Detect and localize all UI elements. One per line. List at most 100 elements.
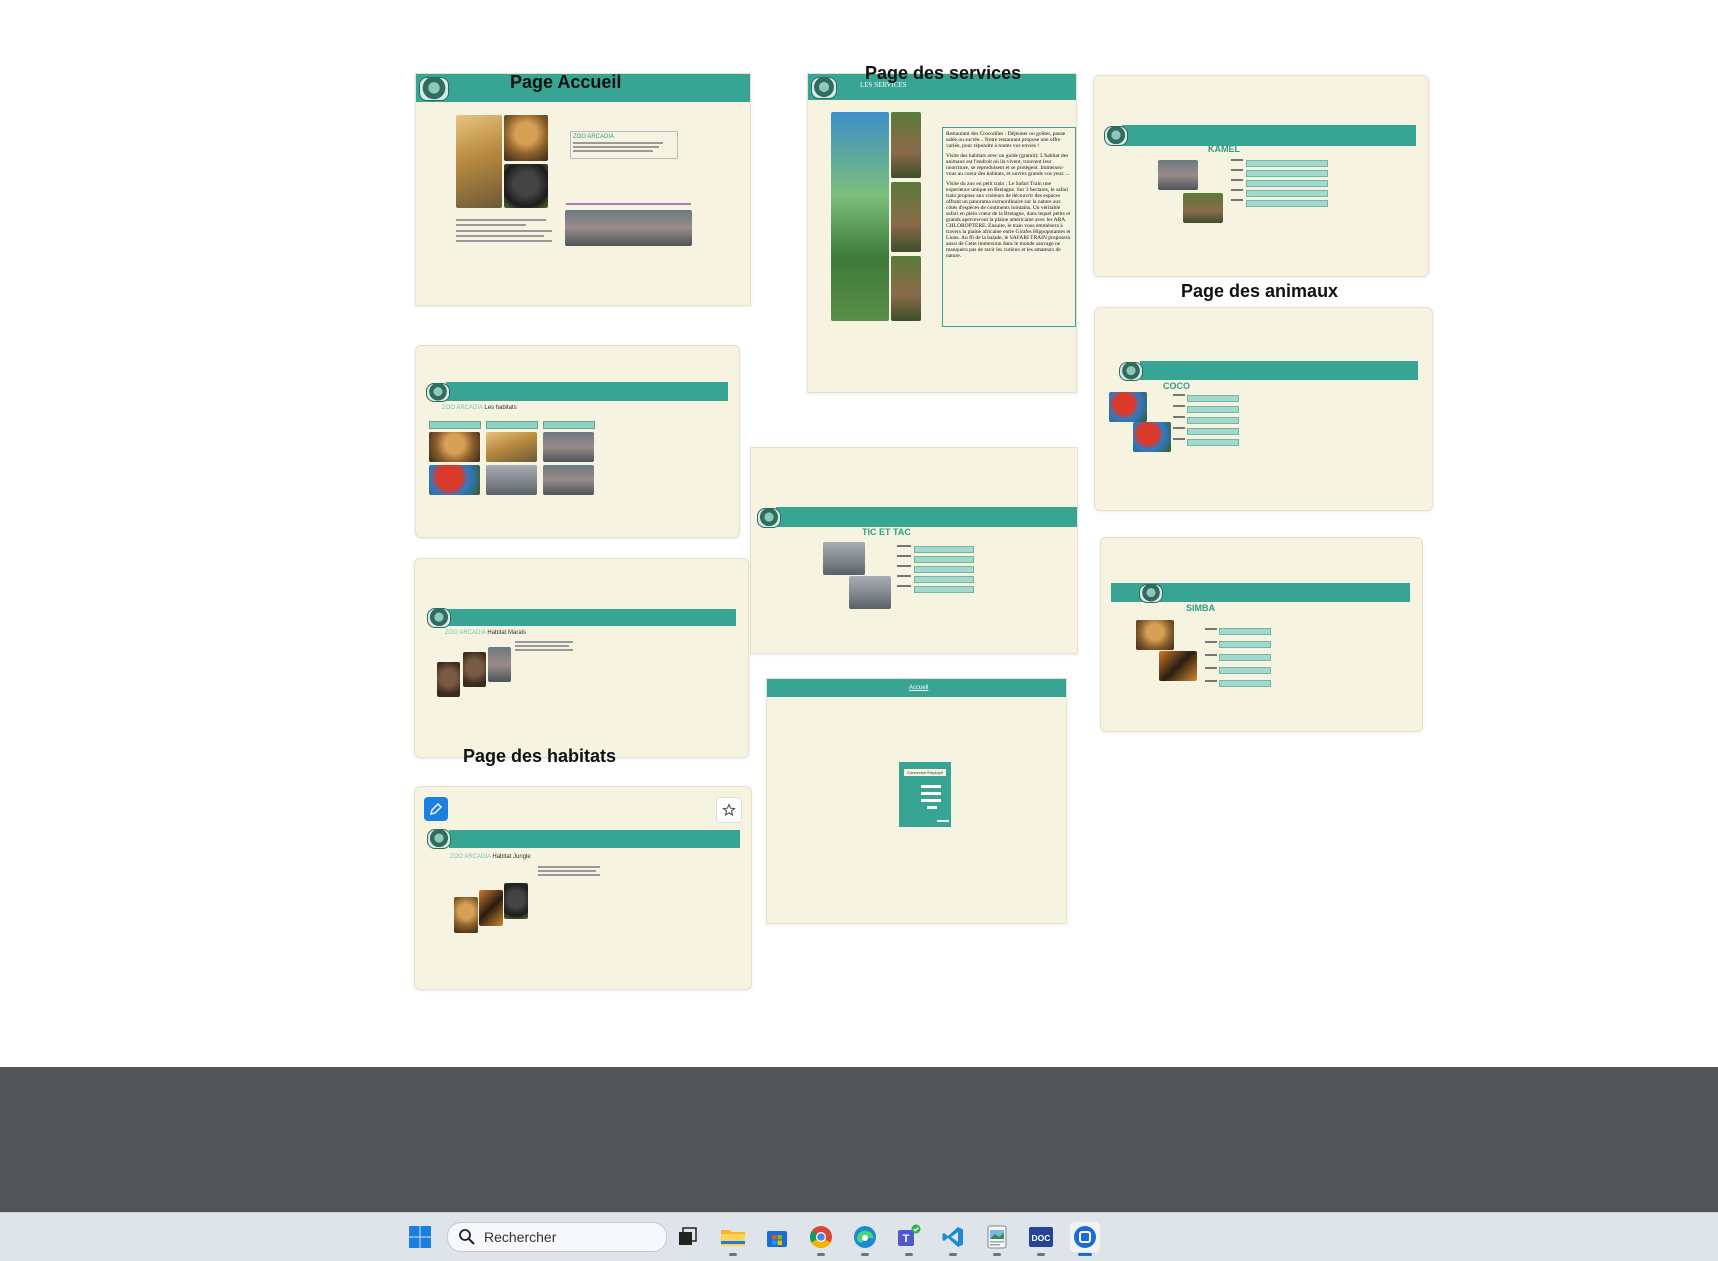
petit-train-text: Visite du zoo en petit train : Le Safari…: [946, 181, 1071, 259]
animal-photo-2: [1133, 422, 1171, 452]
habitat-photo-3: [488, 647, 511, 682]
habitat-photo-2: [463, 652, 486, 687]
svg-text:T: T: [903, 1233, 910, 1245]
header-bar: [446, 382, 728, 401]
desktop-background: [0, 1067, 1718, 1212]
running-indicator: [905, 1253, 913, 1256]
jungle-title: Habitat Jungle: [490, 854, 531, 860]
doc-app-button[interactable]: DOC: [1026, 1222, 1056, 1256]
running-indicator: [949, 1253, 957, 1256]
login-title: Connexion Employé: [904, 769, 946, 776]
running-indicator: [817, 1253, 825, 1256]
password-field[interactable]: [921, 792, 941, 795]
accueil-card[interactable]: ZOO ARCADIA: [415, 73, 751, 306]
animal-card-coco[interactable]: COCO: [1094, 307, 1433, 511]
visite-guide-text: Visite des habitats avec un guide (gratu…: [946, 153, 1070, 177]
zoo-logo-icon: [427, 608, 451, 628]
running-indicator: [993, 1253, 1001, 1256]
windows-start-button[interactable]: [405, 1222, 435, 1252]
habitat-photo-1: [437, 662, 460, 697]
email-field[interactable]: [921, 785, 941, 788]
microsoft-store-button[interactable]: [762, 1222, 792, 1252]
jungle-photo-1: [891, 112, 921, 178]
habitats-title: Les habitats: [482, 405, 517, 411]
habitat-photo-6[interactable]: [543, 465, 594, 495]
zoo-name: ZOO ARCADIA: [445, 630, 486, 636]
task-view-button[interactable]: [673, 1222, 703, 1252]
svg-text:DOC: DOC: [1032, 1233, 1051, 1243]
role-field[interactable]: [921, 799, 941, 802]
habitat-marais-card[interactable]: ZOO ARCADIA Habitat Marais: [414, 558, 749, 758]
jungle-photo-2: [891, 182, 921, 252]
vscode-icon: [942, 1227, 963, 1247]
zoo-logo-icon: [757, 508, 781, 528]
habitats-card[interactable]: ZOO ARCADIA Les habitats: [415, 345, 740, 538]
header-bar: [1140, 361, 1418, 380]
intro-heading: ZOO ARCADIA: [573, 134, 615, 140]
zoo-logo-icon: [427, 829, 451, 849]
vscode-button[interactable]: [938, 1222, 968, 1256]
animal-card-tic-et-tac[interactable]: TIC ET TAC: [750, 447, 1078, 654]
habitat-photo-1[interactable]: [429, 432, 480, 462]
marais-title: Habitat Marais: [485, 630, 527, 636]
edge-icon: [854, 1226, 876, 1248]
chrome-button[interactable]: [806, 1222, 836, 1256]
habitat-photo-3: [504, 883, 528, 919]
search-placeholder: Rechercher: [484, 1229, 557, 1245]
marais-heading: ZOO ARCADIA Habitat Marais: [445, 630, 526, 636]
habitat-photo-2[interactable]: [486, 432, 537, 462]
document-icon: DOC: [1029, 1227, 1053, 1247]
zoo-name: ZOO ARCADIA: [442, 405, 483, 411]
zoo-logo-icon: [419, 77, 449, 101]
login-card[interactable]: Accueil Connexion Employé: [766, 678, 1067, 924]
crocodile-restaurant-photo: [831, 112, 889, 321]
animal-name-simba: SIMBA: [1186, 603, 1215, 613]
gorilla-photo: [504, 164, 548, 208]
teams-button[interactable]: T: [894, 1222, 924, 1256]
edge-button[interactable]: [850, 1222, 880, 1256]
capture-app-icon: [1074, 1226, 1096, 1248]
running-indicator: [729, 1253, 737, 1256]
photo-viewer-button[interactable]: [982, 1222, 1012, 1256]
habitat-tab-2[interactable]: [486, 421, 538, 429]
taskbar-search[interactable]: Rechercher: [447, 1222, 667, 1252]
windows-icon: [409, 1226, 431, 1248]
animal-photo-1: [1158, 160, 1198, 190]
habitat-photo-4[interactable]: [429, 465, 480, 495]
habitat-jungle-card[interactable]: ZOO ARCADIA Habitat Jungle: [414, 786, 752, 990]
forgot-link[interactable]: [937, 820, 949, 822]
chrome-icon: [810, 1226, 832, 1248]
hippo-photo: [565, 210, 692, 246]
animal-name-tic-et-tac: TIC ET TAC: [862, 527, 911, 537]
animal-name-kamel: KAMEL: [1208, 144, 1240, 154]
accueil-link[interactable]: Accueil: [909, 685, 928, 691]
title-accueil: Page Accueil: [510, 72, 622, 92]
screen-capture-button[interactable]: [1070, 1222, 1100, 1256]
zoo-logo-icon: [1119, 362, 1143, 381]
teams-icon: T: [898, 1224, 921, 1246]
animal-photo-2: [1183, 193, 1223, 223]
zoo-logo-icon: [426, 383, 450, 402]
image-viewer-icon: [987, 1225, 1007, 1249]
file-explorer-button[interactable]: [718, 1222, 748, 1256]
taskbar: Rechercher T DOC: [0, 1212, 1718, 1261]
animal-card-kamel[interactable]: KAMEL: [1093, 75, 1429, 277]
habitat-photo-5[interactable]: [486, 465, 537, 495]
habitat-tab-3[interactable]: [543, 421, 595, 429]
task-view-icon: [679, 1227, 697, 1245]
habitat-photo-3[interactable]: [543, 432, 594, 462]
animal-card-simba[interactable]: SIMBA: [1100, 537, 1423, 732]
favorite-button[interactable]: [716, 797, 742, 823]
zoo-logo-icon: [811, 77, 837, 99]
animal-photo-2: [1159, 651, 1197, 681]
habitat-photo-1: [454, 897, 478, 933]
header-bar: [776, 507, 1077, 527]
jungle-photo-3: [891, 256, 921, 321]
edit-button[interactable]: [424, 797, 448, 821]
pen-icon: [430, 803, 442, 815]
store-icon: [767, 1231, 787, 1247]
services-card[interactable]: LES SERVICES Restaurant des Crocodiles :…: [807, 73, 1077, 393]
habitat-tab-1[interactable]: [429, 421, 481, 429]
login-button[interactable]: [927, 806, 937, 809]
lion-photo: [504, 115, 548, 161]
